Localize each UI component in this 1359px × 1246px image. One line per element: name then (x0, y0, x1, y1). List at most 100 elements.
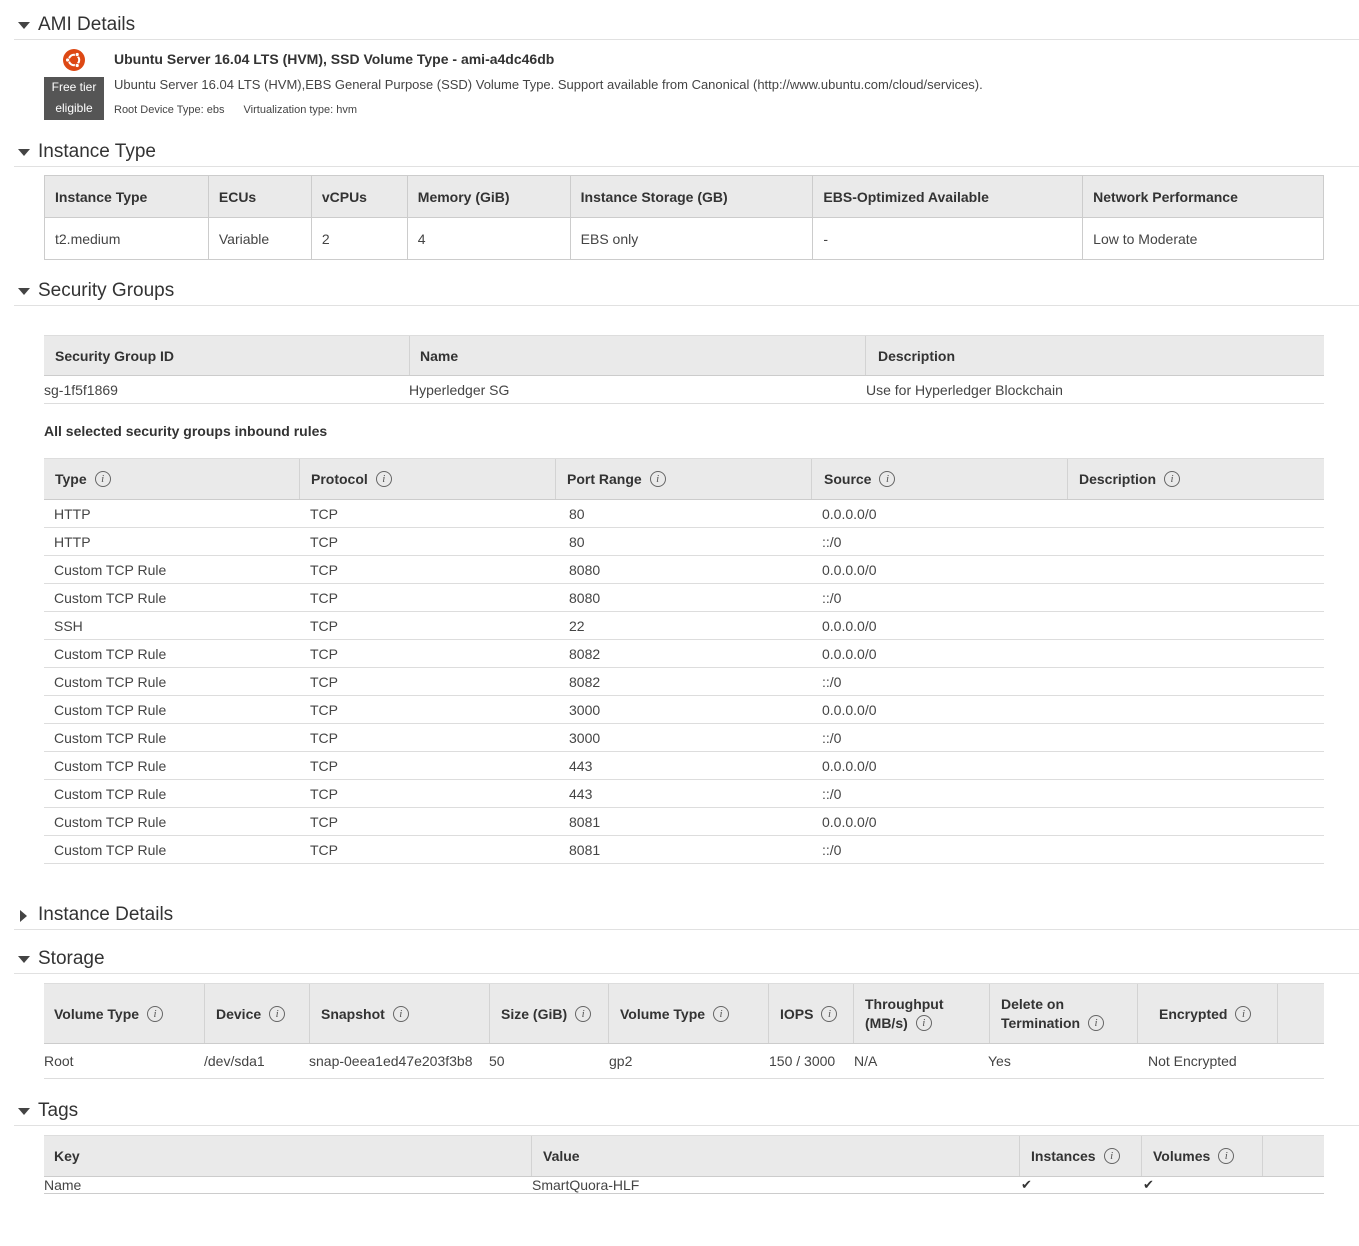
caret-right-icon (20, 910, 27, 922)
info-icon[interactable]: i (713, 1005, 730, 1022)
cell-source: ::/0 (822, 533, 842, 550)
col-divider (1277, 984, 1278, 1043)
cell-type: Custom TCP Rule (54, 645, 167, 662)
info-icon[interactable]: i (1103, 1148, 1120, 1164)
col-port-range-label: Port Range (567, 471, 642, 487)
cell-protocol: TCP (310, 841, 338, 858)
virtualization-type: Virtualization type: hvm (243, 104, 358, 116)
table-row[interactable]: Name SmartQuora-HLF ✔ ✔ (44, 1177, 1324, 1194)
cell-vcpus: 2 (310, 217, 408, 260)
section-header-instance-type[interactable]: Instance Type (14, 141, 1359, 167)
cell-ebs-optimized: - (812, 217, 1084, 260)
table-row[interactable]: Custom TCP Rule TCP 3000::/0 (44, 724, 1324, 752)
cell-protocol: TCP (310, 757, 338, 774)
cell-source: 0.0.0.0/0 (822, 645, 877, 662)
col-description-label: Description (1079, 471, 1157, 487)
table-row[interactable]: Custom TCP Rule TCP 8082 0.0.0.0/0 (44, 640, 1324, 668)
table-row[interactable]: Custom TCP Rule TCP 8081 0.0.0.0/0 (44, 808, 1324, 836)
cell-type: Custom TCP Rule (54, 813, 167, 830)
info-icon[interactable]: i (879, 471, 896, 487)
info-icon[interactable]: i (269, 1005, 286, 1022)
cell-instance-type: t2.medium (44, 217, 209, 260)
cell-source: 0.0.0.0/0 (822, 617, 877, 634)
section-header-security-groups[interactable]: Security Groups (14, 280, 1359, 306)
col-volumes: Volumes i (1141, 1136, 1235, 1176)
section-header-storage[interactable]: Storage (14, 948, 1359, 974)
section-header-ami-details[interactable]: AMI Details (14, 14, 1359, 40)
section-header-tags[interactable]: Tags (14, 1100, 1359, 1126)
cell-port-range: 8082 (569, 673, 601, 690)
col-device-label: Device (216, 1005, 262, 1022)
col-volume-type-label: Volume Type (54, 1005, 140, 1022)
table-row[interactable]: Custom TCP Rule TCP 8080 0.0.0.0/0 (44, 556, 1324, 584)
cell-source: ::/0 (822, 729, 842, 746)
col-throughput-line1: Throughput (865, 995, 944, 1012)
table-row[interactable]: HTTP TCP 80::/0 (44, 528, 1324, 556)
info-icon[interactable]: i (821, 1005, 838, 1022)
cell-port-range: 443 (569, 757, 593, 774)
col-name: Name (409, 336, 458, 375)
col-instance-type: Instance Type (44, 175, 209, 218)
ami-description: Ubuntu Server 16.04 LTS (HVM),EBS Genera… (114, 77, 983, 92)
table-row[interactable]: SSH TCP 22 0.0.0.0/0 (44, 612, 1324, 640)
cell-source: 0.0.0.0/0 (822, 813, 877, 830)
table-row[interactable]: sg-1f5f1869 Hyperledger SG Use for Hyper… (44, 376, 1324, 404)
cell-size: 50 (489, 1053, 505, 1069)
cell-port-range: 8080 (569, 589, 601, 606)
table-header-row: Instance Type ECUs vCPUs Memory (GiB) In… (44, 175, 1324, 218)
table-row[interactable]: Custom TCP Rule TCP 8080::/0 (44, 584, 1324, 612)
table-row[interactable]: Custom TCP Rule TCP 8082::/0 (44, 668, 1324, 696)
cell-volume-type: Root (44, 1053, 74, 1069)
col-size-label: Size (GiB) (501, 1005, 568, 1022)
cell-port-range: 443 (569, 785, 593, 802)
col-vcpus: vCPUs (310, 175, 408, 218)
table-row[interactable]: Custom TCP Rule TCP 443::/0 (44, 780, 1324, 808)
cell-name: Hyperledger SG (409, 381, 510, 398)
cell-source: ::/0 (822, 841, 842, 858)
col-volume-type: Volume Type i (54, 984, 164, 1043)
col-port-range: Port Range i (555, 459, 666, 499)
cell-source: 0.0.0.0/0 (822, 757, 877, 774)
col-type: Type i (55, 459, 111, 499)
caret-down-icon (18, 149, 30, 156)
cell-port-range: 8080 (569, 561, 601, 578)
section-header-instance-details[interactable]: Instance Details (14, 904, 1359, 930)
info-icon[interactable]: i (1088, 1015, 1105, 1031)
caret-down-icon (18, 288, 30, 295)
info-icon[interactable]: i (915, 1015, 932, 1031)
col-device: Device i (204, 984, 286, 1043)
cell-source: 0.0.0.0/0 (822, 561, 877, 578)
section-title: Instance Type (38, 141, 156, 162)
table-row[interactable]: HTTP TCP 80 0.0.0.0/0 (44, 500, 1324, 528)
info-icon[interactable]: i (1164, 471, 1181, 487)
info-icon[interactable]: i (94, 471, 111, 487)
cell-snapshot: snap-0eea1ed47e203f3b8 (309, 1053, 473, 1069)
info-icon[interactable]: i (1235, 1005, 1252, 1022)
info-icon[interactable]: i (1218, 1148, 1235, 1164)
section-title: Instance Details (38, 904, 174, 925)
table-row[interactable]: Custom TCP Rule TCP 443 0.0.0.0/0 (44, 752, 1324, 780)
check-icon: ✔ (1143, 1177, 1154, 1192)
col-throughput-line2-wrap: (MB/s) i (865, 1014, 944, 1033)
cell-memory: 4 (406, 217, 571, 260)
table-row[interactable]: Custom TCP Rule TCP 3000 0.0.0.0/0 (44, 696, 1324, 724)
cell-protocol: TCP (310, 729, 338, 746)
info-icon[interactable]: i (375, 471, 392, 487)
cell-security-group-id: sg-1f5f1869 (44, 381, 118, 398)
info-icon[interactable]: i (649, 471, 666, 487)
col-delete-label: Delete on Termination i (1001, 995, 1105, 1033)
info-icon[interactable]: i (575, 1005, 592, 1022)
cell-instance-storage: EBS only (569, 217, 814, 260)
cell-protocol: TCP (310, 505, 338, 522)
cell-description: Use for Hyperledger Blockchain (866, 381, 1063, 398)
info-icon[interactable]: i (147, 1005, 164, 1022)
col-delete-line1: Delete on (1001, 995, 1065, 1012)
col-security-group-id: Security Group ID (55, 347, 175, 364)
table-row[interactable]: Custom TCP Rule TCP 8081::/0 (44, 836, 1324, 864)
cell-protocol: TCP (310, 561, 338, 578)
table-row[interactable]: Root /dev/sda1 snap-0eea1ed47e203f3b8 50… (44, 1044, 1324, 1079)
info-icon[interactable]: i (392, 1005, 409, 1022)
cell-port-range: 80 (569, 533, 585, 550)
cell-type: Custom TCP Rule (54, 561, 167, 578)
cell-port-range: 3000 (569, 701, 601, 718)
